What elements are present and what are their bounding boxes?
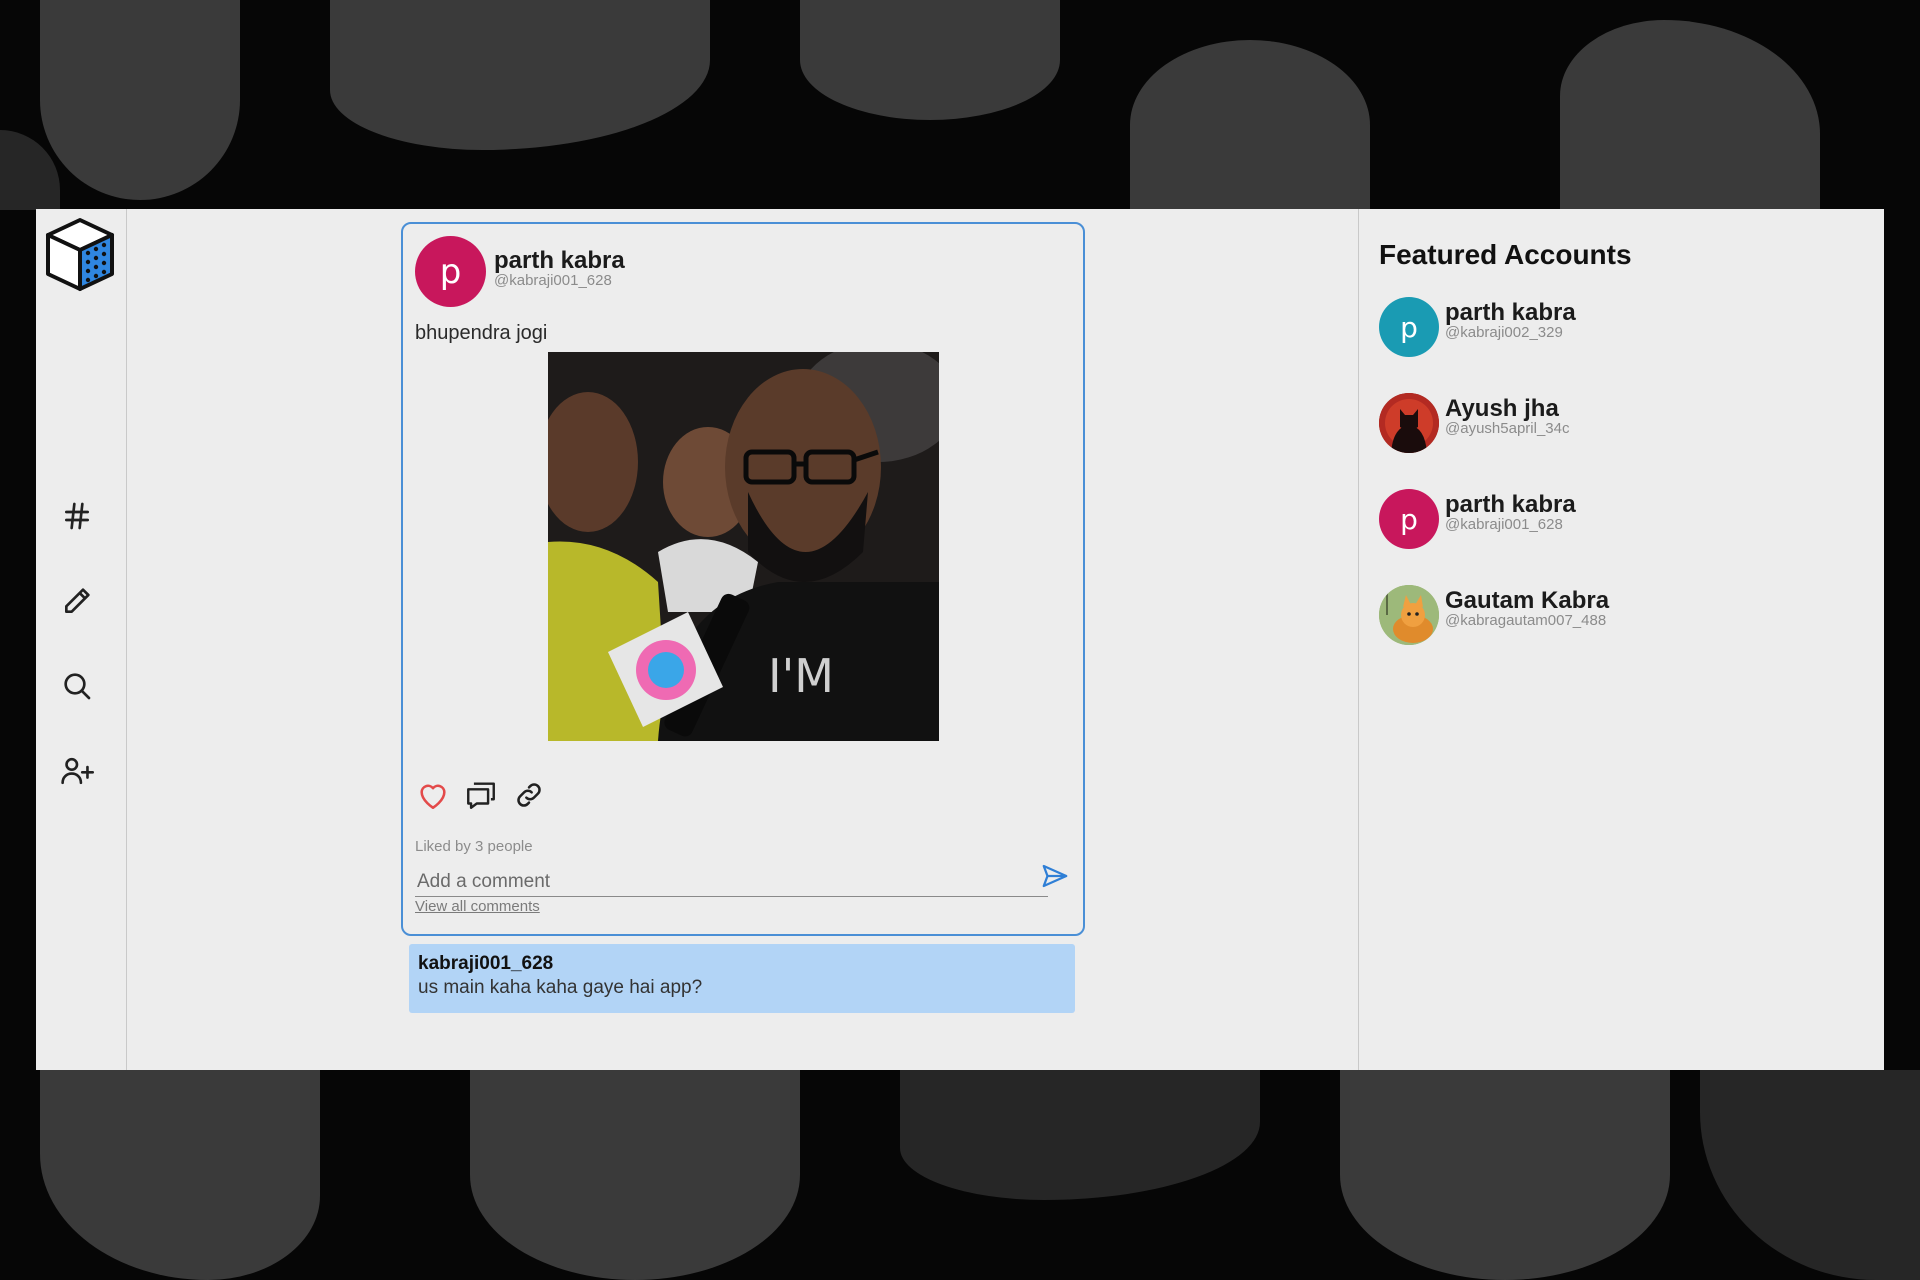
account-name: Ayush jha (1445, 395, 1559, 422)
avatar[interactable]: p (415, 236, 486, 307)
comments-icon (467, 782, 495, 809)
avatar: p (1379, 489, 1439, 549)
featured-account[interactable]: p parth kabra @kabraji001_628 (1379, 489, 1864, 549)
featured-account[interactable]: p parth kabra @kabraji002_329 (1379, 297, 1864, 357)
featured-accounts-panel: Featured Accounts p parth kabra @kabraji… (1358, 209, 1884, 1070)
background-shape (1340, 1070, 1670, 1280)
view-all-comments-link[interactable]: View all comments (415, 898, 540, 915)
background-shape (470, 1070, 800, 1280)
background-shape (1700, 1070, 1920, 1280)
background-shape (40, 0, 240, 200)
svg-text:I'M: I'M (768, 649, 834, 703)
heart-icon (420, 784, 446, 810)
nav-add-user[interactable] (58, 752, 96, 790)
likes-count[interactable]: Liked by 3 people (415, 838, 533, 855)
send-icon (1042, 864, 1068, 888)
comments-button[interactable] (463, 777, 499, 813)
featured-accounts-title: Featured Accounts (1379, 239, 1632, 270)
comment-author[interactable]: kabraji001_628 (418, 952, 1066, 976)
avatar (1379, 585, 1439, 645)
feed: p parth kabra @kabraji001_628 bhupendra … (127, 209, 1358, 1070)
post-actions (415, 777, 547, 813)
account-name: parth kabra (1445, 299, 1576, 326)
pencil-icon (65, 588, 90, 613)
background-shape (800, 0, 1060, 120)
account-handle: @kabragautam007_488 (1445, 612, 1607, 629)
background-shape (40, 1070, 320, 1280)
account-handle: @kabraji001_628 (1445, 516, 1563, 533)
user-plus-icon (61, 757, 94, 785)
nav-create-post[interactable] (58, 582, 96, 620)
comment-text: us main kaha kaha gaye hai app? (418, 977, 703, 998)
app-window: p parth kabra @kabraji001_628 bhupendra … (36, 209, 1884, 1070)
background-shape (1560, 20, 1820, 210)
post-author-name[interactable]: parth kabra (494, 249, 625, 273)
post-header: p parth kabra @kabraji001_628 (415, 236, 625, 307)
left-navbar (36, 209, 127, 1070)
hashtag-icon (65, 502, 89, 530)
link-icon (517, 783, 541, 807)
search-icon (64, 673, 91, 700)
send-comment-button[interactable] (1040, 861, 1074, 895)
post-author: parth kabra @kabraji001_628 (494, 249, 625, 289)
featured-account[interactable]: Ayush jha @ayush5april_34c (1379, 393, 1864, 453)
avatar (1379, 393, 1439, 453)
post-author-handle: @kabraji001_628 (494, 272, 612, 289)
nav-explore[interactable] (58, 497, 96, 535)
account-name: Gautam Kabra (1445, 587, 1610, 614)
like-button[interactable] (415, 777, 451, 813)
account-name: parth kabra (1445, 491, 1576, 518)
share-link-button[interactable] (511, 777, 547, 813)
background-shape (1130, 40, 1370, 210)
nav-search[interactable] (58, 667, 96, 705)
avatar: p (1379, 297, 1439, 357)
featured-account[interactable]: Gautam Kabra @kabragautam007_488 (1379, 585, 1864, 645)
account-handle: @kabraji002_329 (1445, 324, 1563, 341)
comment-input[interactable] (415, 867, 1048, 897)
cube-logo[interactable] (44, 217, 116, 293)
comment-item: kabraji001_628 us main kaha kaha gaye ha… (409, 944, 1075, 1013)
post-caption: bhupendra jogi (415, 322, 548, 344)
account-handle: @ayush5april_34c (1445, 420, 1570, 437)
post-card: p parth kabra @kabraji001_628 bhupendra … (401, 222, 1085, 936)
post-image[interactable]: I'M (548, 352, 939, 741)
background-shape (900, 1070, 1260, 1200)
background-shape (330, 0, 710, 150)
